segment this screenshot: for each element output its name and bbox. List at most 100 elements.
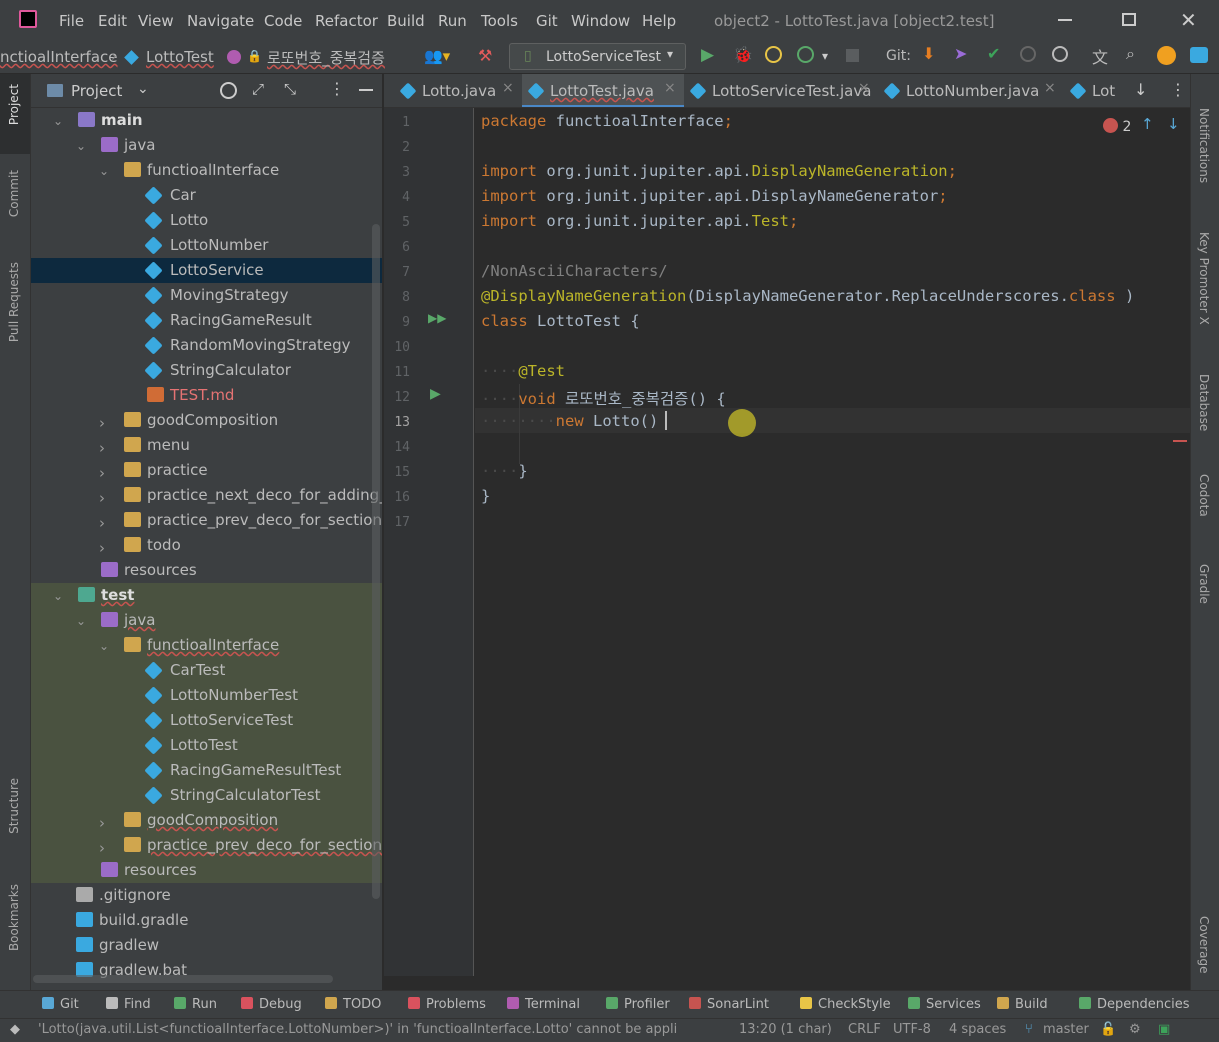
editor-tab[interactable]: LottoServiceTest.java ×: [684, 74, 878, 107]
breadcrumb-class[interactable]: LottoTest: [146, 48, 214, 66]
chevron-down-icon[interactable]: ⌄: [76, 139, 86, 153]
menu-navigate[interactable]: Navigate: [187, 12, 254, 30]
user-icon[interactable]: 👥▾: [424, 47, 450, 65]
close-tab-icon[interactable]: ×: [502, 80, 514, 96]
plugin-icon[interactable]: [1190, 47, 1208, 63]
tree-item[interactable]: MovingStrategy: [31, 283, 382, 308]
tree-item[interactable]: › practice_prev_deco_for_section: [31, 508, 382, 533]
tree-item[interactable]: › practice: [31, 458, 382, 483]
tree-item[interactable]: resources: [31, 858, 382, 883]
tree-item[interactable]: TEST.md: [31, 383, 382, 408]
expand-all-icon[interactable]: ⤢: [252, 80, 264, 98]
tab-gradle[interactable]: Gradle: [1197, 564, 1211, 604]
tree-item[interactable]: LottoServiceTest: [31, 708, 382, 733]
tab-project[interactable]: Project: [7, 84, 21, 125]
close-tab-icon[interactable]: ×: [1044, 80, 1056, 96]
profiler-icon[interactable]: [797, 46, 814, 63]
tool-window-find[interactable]: Find: [106, 997, 151, 1012]
tab-key-promoter[interactable]: Key Promoter X: [1197, 232, 1211, 325]
menu-code[interactable]: Code: [264, 12, 302, 30]
coverage-icon[interactable]: [765, 46, 782, 63]
tool-window-terminal[interactable]: Terminal: [507, 997, 580, 1012]
tool-window-checkstyle[interactable]: CheckStyle: [800, 997, 891, 1012]
close-window-button[interactable]: ✕: [1180, 8, 1197, 32]
tree-item[interactable]: ⌄ java: [31, 133, 382, 158]
chevron-down-icon[interactable]: ⌄: [53, 589, 63, 603]
tree-item[interactable]: RacingGameResultTest: [31, 758, 382, 783]
tree-item[interactable]: CarTest: [31, 658, 382, 683]
tree-item[interactable]: StringCalculator: [31, 358, 382, 383]
history-icon[interactable]: [1020, 46, 1036, 62]
chevron-right-icon[interactable]: ›: [99, 489, 109, 507]
menu-tools[interactable]: Tools: [481, 12, 518, 30]
close-tab-icon[interactable]: ×: [664, 80, 676, 96]
line-separator[interactable]: CRLF: [848, 1022, 881, 1037]
lock-icon[interactable]: 🔓: [1100, 1022, 1116, 1037]
chevron-down-icon[interactable]: ⌄: [53, 114, 63, 128]
git-commit-icon[interactable]: ✔: [987, 44, 1000, 63]
status-icon[interactable]: ◆: [10, 1022, 20, 1037]
code-editor[interactable]: 2 ↑ ↓ package functioalInterface; import …: [475, 108, 1190, 976]
status-message[interactable]: 'Lotto(java.util.List<functioalInterface…: [38, 1022, 728, 1037]
tree-item[interactable]: › goodComposition: [31, 808, 382, 833]
hide-panel-icon[interactable]: [359, 89, 373, 91]
tab-pull-requests[interactable]: Pull Requests: [7, 262, 21, 342]
tree-item[interactable]: Lotto: [31, 208, 382, 233]
tab-commit[interactable]: Commit: [7, 170, 21, 217]
next-error-icon[interactable]: ↓: [1167, 115, 1180, 133]
file-encoding[interactable]: UTF-8: [893, 1022, 931, 1037]
breadcrumb-package[interactable]: nctioalInterface: [0, 48, 118, 66]
tree-item[interactable]: ⌄ java: [31, 608, 382, 633]
tree-item[interactable]: LottoNumber: [31, 233, 382, 258]
menu-window[interactable]: Window: [571, 12, 630, 30]
tool-window-git[interactable]: Git: [42, 997, 79, 1012]
tab-notifications[interactable]: Notifications: [1197, 108, 1211, 183]
tree-item[interactable]: .gitignore: [31, 883, 382, 908]
locate-icon[interactable]: [220, 82, 237, 99]
tree-horizontal-scrollbar[interactable]: [33, 975, 333, 983]
chevron-down-icon[interactable]: ⌄: [76, 614, 86, 628]
project-panel-title[interactable]: Project: [71, 82, 122, 100]
tree-item[interactable]: Car: [31, 183, 382, 208]
tool-window-sonarlint[interactable]: SonarLint: [689, 997, 769, 1012]
chevron-down-icon[interactable]: ⌄: [137, 81, 149, 97]
collapse-all-icon[interactable]: ⤡: [284, 80, 296, 98]
menu-build[interactable]: Build: [387, 12, 425, 30]
intellij-logo-icon[interactable]: [19, 10, 37, 28]
maximize-button[interactable]: [1122, 13, 1136, 26]
tree-item[interactable]: ⌄ test: [31, 583, 382, 608]
tree-item[interactable]: LottoTest: [31, 733, 382, 758]
chevron-right-icon[interactable]: ›: [99, 514, 109, 532]
tab-coverage[interactable]: Coverage: [1197, 916, 1211, 974]
editor-options-icon[interactable]: ⋮: [1170, 80, 1186, 99]
menu-view[interactable]: View: [138, 12, 174, 30]
editor-tab[interactable]: Lotto.java ×: [394, 74, 522, 107]
chevron-down-icon[interactable]: ⌄: [99, 639, 109, 653]
options-icon[interactable]: ⋮: [329, 79, 345, 98]
tool-window-dependencies[interactable]: Dependencies: [1079, 997, 1190, 1012]
tree-item[interactable]: ⌄ functioalInterface: [31, 158, 382, 183]
chevron-right-icon[interactable]: ›: [99, 539, 109, 557]
tree-item[interactable]: › goodComposition: [31, 408, 382, 433]
tool-window-todo[interactable]: TODO: [325, 997, 381, 1012]
tool-window-debug[interactable]: Debug: [241, 997, 302, 1012]
rollback-icon[interactable]: [1052, 46, 1068, 62]
editor-tab[interactable]: LottoNumber.java ×: [878, 74, 1064, 107]
hammer-icon[interactable]: ⚒: [478, 46, 492, 65]
menu-edit[interactable]: Edit: [98, 12, 127, 30]
chevron-right-icon[interactable]: ›: [99, 464, 109, 482]
menu-file[interactable]: File: [59, 12, 84, 30]
caret-position[interactable]: 13:20 (1 char): [739, 1022, 832, 1037]
codota-icon[interactable]: ▣: [1158, 1022, 1170, 1037]
tab-bookmarks[interactable]: Bookmarks: [7, 884, 21, 951]
search-icon[interactable]: ⌕: [1126, 44, 1135, 64]
menu-run[interactable]: Run: [438, 12, 467, 30]
tool-window-problems[interactable]: Problems: [408, 997, 486, 1012]
more-run-icon[interactable]: ▾: [822, 49, 828, 63]
tool-window-profiler[interactable]: Profiler: [606, 997, 670, 1012]
indent-setting[interactable]: 4 spaces: [949, 1022, 1006, 1037]
menu-git[interactable]: Git: [536, 12, 558, 30]
translate-icon[interactable]: 文: [1092, 44, 1108, 68]
git-push-icon[interactable]: ➤: [954, 44, 967, 63]
minimize-button[interactable]: [1058, 19, 1072, 21]
